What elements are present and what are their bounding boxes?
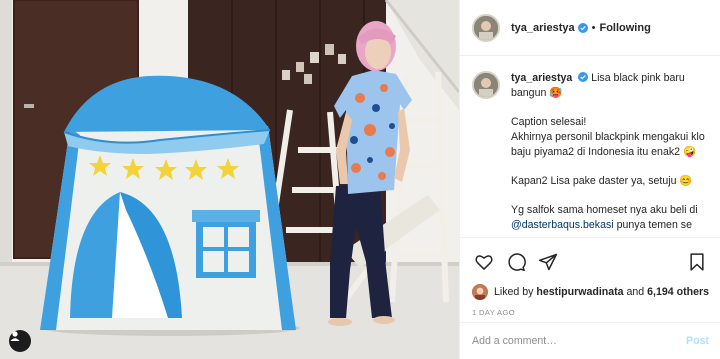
comment-button[interactable] xyxy=(504,250,528,274)
liker-username[interactable]: hestipurwadinata xyxy=(536,286,623,298)
verified-badge-icon xyxy=(577,22,588,33)
action-icons xyxy=(472,250,709,274)
person-icon xyxy=(10,331,20,341)
photo-scene xyxy=(0,0,459,359)
share-button[interactable] xyxy=(536,250,560,274)
liked-by-prefix: Liked by xyxy=(494,286,534,298)
caption-avatar[interactable] xyxy=(472,71,500,99)
avatar-image xyxy=(474,15,498,40)
caption-username[interactable]: tya_ariestya xyxy=(511,72,572,84)
paper-plane-icon xyxy=(538,253,558,271)
likes-count[interactable]: 6,194 others xyxy=(647,286,709,298)
post-header: tya_ariestya • Following xyxy=(460,0,720,56)
heart-icon xyxy=(475,255,493,270)
caption-comment: tya_ariestya Lisa black pink baru bangun… xyxy=(472,71,709,237)
post-photo[interactable] xyxy=(0,0,459,359)
bookmark-icon xyxy=(690,253,704,271)
caption-line-4: Kapan2 Lisa pake daster ya, setuju 😊 xyxy=(511,175,693,187)
comment-input[interactable] xyxy=(472,335,687,347)
caption-text: tya_ariestya Lisa black pink baru bangun… xyxy=(511,71,707,237)
avatar-image xyxy=(474,73,498,97)
caption-line-5: Yg salfok sama homeset nya aku beli di xyxy=(511,204,698,216)
caption-line-2: Caption selesai! xyxy=(511,116,587,128)
caption-line-6: punya temen se xyxy=(616,219,692,231)
likes-summary: Liked by hestipurwadinata and 6,194 othe… xyxy=(472,284,709,300)
post-timestamp[interactable]: 1 DAY AGO xyxy=(472,308,709,317)
verified-badge-icon xyxy=(578,72,589,82)
avatar[interactable] xyxy=(472,13,500,42)
add-comment-bar: Post xyxy=(460,322,720,359)
post-details-panel: tya_ariestya • Following tya_ariestya Li… xyxy=(459,0,720,359)
liker-avatar-image xyxy=(472,284,488,300)
action-bar: Liked by hestipurwadinata and 6,194 othe… xyxy=(460,237,720,317)
following-button[interactable]: Following xyxy=(599,22,650,34)
author-username[interactable]: tya_ariestya xyxy=(511,22,575,34)
save-button[interactable] xyxy=(685,250,709,274)
liker-avatar[interactable] xyxy=(472,284,488,300)
likes-and: and xyxy=(626,286,645,298)
caption-line-3: Akhirnya personil blackpink mengakui klo… xyxy=(511,131,705,158)
like-button[interactable] xyxy=(472,250,496,274)
separator-dot: • xyxy=(591,21,596,34)
user-tag-button[interactable] xyxy=(9,330,31,352)
post-comment-button[interactable]: Post xyxy=(686,335,709,347)
mention-link[interactable]: @dasterbaqus.bekasi xyxy=(511,219,614,231)
comment-bubble-icon xyxy=(508,253,526,272)
caption-area: tya_ariestya Lisa black pink baru bangun… xyxy=(460,57,720,237)
